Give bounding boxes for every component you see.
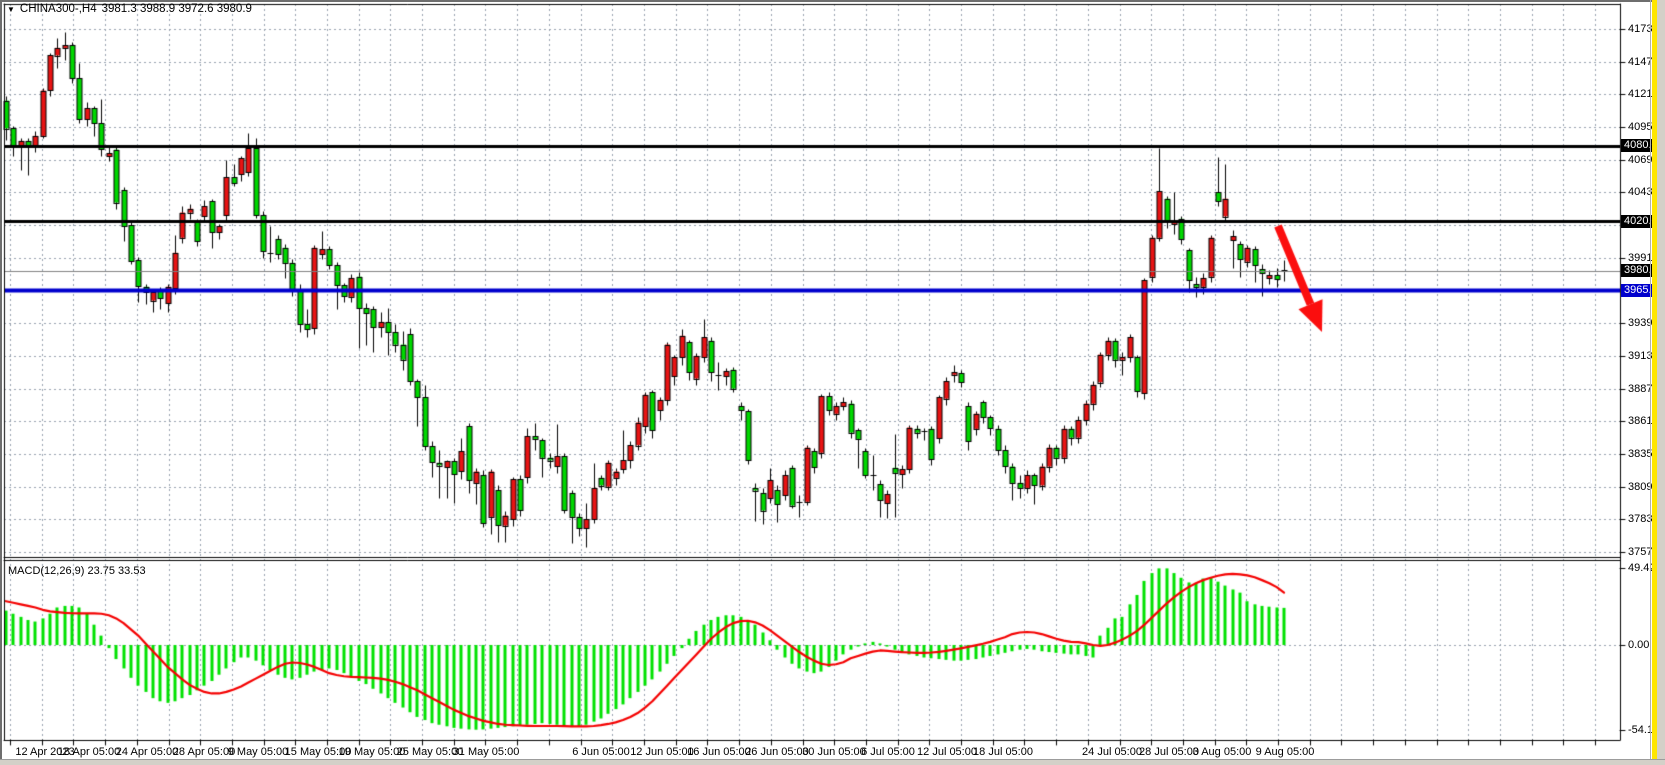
symbol-title: CHINA300-,H4 [20,3,97,15]
symbol-bar[interactable]: ▼ CHINA300-,H4 3981.3 3988.9 3972.6 3980… [7,3,252,15]
indicator-label: MACD(12,26,9) 23.75 33.53 [8,565,146,577]
time-axis-label: 18 Jul 05:00 [973,746,1033,758]
time-axis-label: 9 Aug 05:00 [1256,746,1315,758]
time-axis-label: 18 Apr 05:00 [58,746,120,758]
window-border-right [1650,0,1651,765]
time-axis-label: 19 May 05:00 [339,746,406,758]
window-border-bottom [0,759,1665,765]
symbol-ohlc: 3981.3 3988.9 3972.6 3980.9 [102,3,252,15]
time-axis-label: 28 Jul 05:00 [1139,746,1199,758]
time-axis-label: 26 Jun 05:00 [745,746,809,758]
window-border-right-fill [1657,0,1665,765]
time-axis-label: 30 Jun 05:00 [802,746,866,758]
time-axis-label: 28 Apr 05:00 [173,746,235,758]
time-axis-label: 6 Jul 05:00 [861,746,915,758]
time-axis-label: 3 Aug 05:00 [1193,746,1252,758]
time-axis-label: 31 May 05:00 [453,746,520,758]
time-axis-label: 24 Jul 05:00 [1082,746,1142,758]
macd-tick-label: 0.00 [1628,639,1649,651]
window-border-left [0,0,2,765]
time-axis-label: 9 May 05:00 [228,746,289,758]
chart-window: ▼ CHINA300-,H4 3981.3 3988.9 3972.6 3980… [0,0,1665,765]
time-axis-label: 6 Jun 05:00 [572,746,630,758]
time-axis-label: 16 Jun 05:00 [687,746,751,758]
time-axis-label: 12 Jul 05:00 [917,746,977,758]
chevron-down-icon[interactable]: ▼ [7,4,15,15]
window-border-top [0,0,1665,2]
time-axis-label: 12 Jun 05:00 [630,746,694,758]
chart-canvas[interactable] [0,0,1665,765]
time-axis-label: 24 Apr 05:00 [116,746,178,758]
